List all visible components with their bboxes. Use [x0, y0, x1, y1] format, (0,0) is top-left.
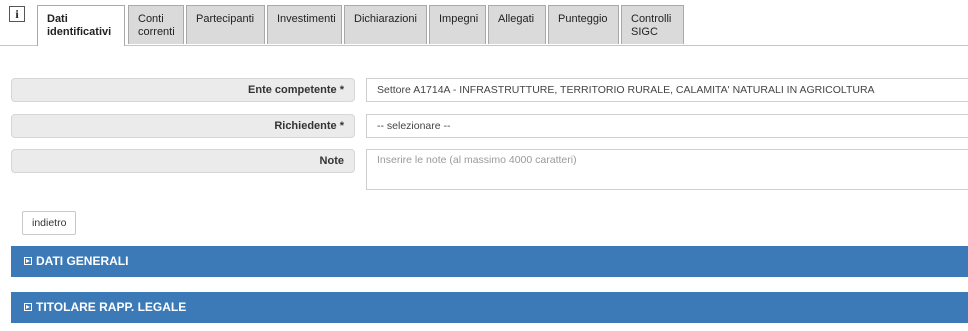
- tab-allegati[interactable]: Allegati: [488, 5, 546, 44]
- section-title: TITOLARE RAPP. LEGALE: [36, 300, 187, 314]
- section-title: DATI GENERALI: [36, 254, 129, 268]
- note-label: Note: [11, 149, 355, 173]
- tab-dichiarazioni[interactable]: Dichiarazioni: [344, 5, 427, 44]
- info-icon[interactable]: i: [9, 6, 25, 22]
- tab-impegni[interactable]: Impegni: [429, 5, 486, 44]
- tab-partecipanti[interactable]: Partecipanti: [186, 5, 265, 44]
- section-dati-generali[interactable]: DATI GENERALI: [11, 246, 968, 277]
- ente-competente-label: Ente competente *: [11, 78, 355, 102]
- tab-investimenti[interactable]: Investimenti: [267, 5, 342, 44]
- tab-punteggio[interactable]: Punteggio: [548, 5, 619, 44]
- tab-controlli-sigc[interactable]: Controlli SIGC: [621, 5, 684, 44]
- expand-icon: [24, 257, 32, 265]
- section-titolare-rapp-legale[interactable]: TITOLARE RAPP. LEGALE: [11, 292, 968, 323]
- back-button[interactable]: indietro: [22, 211, 77, 235]
- richiedente-label: Richiedente *: [11, 114, 355, 138]
- richiedente-select[interactable]: -- selezionare --: [366, 114, 968, 138]
- ente-competente-field[interactable]: Settore A1714A - INFRASTRUTTURE, TERRITO…: [366, 78, 968, 102]
- tab-bar: i Dati identificativi Conti correnti Par…: [0, 0, 968, 46]
- note-textarea[interactable]: [366, 149, 968, 190]
- tab-conti-correnti[interactable]: Conti correnti: [128, 5, 184, 44]
- tab-dati-identificativi[interactable]: Dati identificativi: [37, 5, 125, 46]
- expand-icon: [24, 303, 32, 311]
